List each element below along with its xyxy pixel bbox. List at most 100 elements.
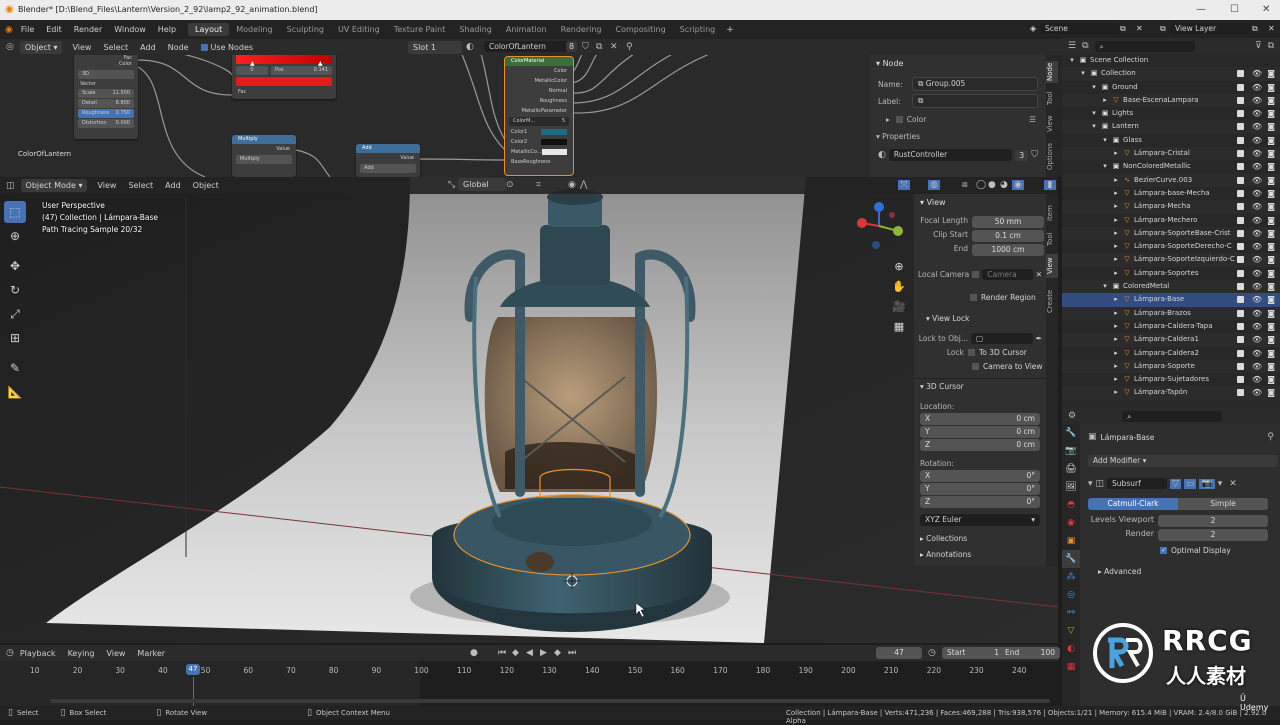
exclude-checkbox[interactable] (1237, 283, 1244, 291)
add-workspace-icon[interactable]: + (726, 25, 734, 35)
exclude-checkbox[interactable] (1237, 136, 1244, 144)
render-camera-icon[interactable]: ◙ (1267, 293, 1275, 306)
preview-range-icon[interactable]: ◷ (928, 648, 936, 658)
editor-type-icon[interactable]: ◎ (6, 42, 14, 52)
properties-search-input[interactable]: ⌕ (1122, 410, 1223, 422)
menu-edit[interactable]: Edit (46, 25, 62, 34)
pan-hand-icon[interactable]: ✋ (890, 277, 908, 297)
3d-viewport[interactable]: ◫ Object Mode ▾ View Select Add Object ⤡… (0, 177, 1058, 643)
node-name-field[interactable]: ⧉ Group.005 (912, 77, 1038, 91)
menu-help[interactable]: Help (158, 25, 176, 34)
clip-end-field[interactable]: 1000 cm (972, 244, 1044, 256)
view-layer-tab-icon[interactable]: 🖼 (1062, 478, 1080, 496)
noise-scale-field[interactable]: Scale 11.500 (78, 89, 134, 98)
outliner-row[interactable]: ▸ ▽ Lámpara-Soportes 👁 ◙ (1062, 267, 1280, 280)
expand-toggle-icon[interactable]: ▾ (1101, 160, 1109, 173)
camera-field[interactable]: Camera (982, 269, 1033, 280)
jump-keyframe-back-icon[interactable]: ◆ (512, 648, 519, 658)
render-tab-icon[interactable]: 📷 (1062, 442, 1080, 460)
render-camera-icon[interactable]: ◙ (1267, 360, 1275, 373)
view-layer-selector[interactable]: View Layer (1170, 23, 1250, 34)
exclude-checkbox[interactable] (1237, 376, 1244, 384)
duplicate-material-icon[interactable]: ⧉ (596, 42, 602, 52)
outliner-row[interactable]: ▸ ▽ Lámpara-SoporteIzquierdo-C 👁 ◙ (1062, 253, 1280, 267)
render-camera-icon[interactable]: ◙ (1267, 267, 1275, 280)
texture-tab-icon[interactable]: ▦ (1062, 658, 1080, 676)
color-ramp-gradient[interactable]: ▲ ▲ (236, 55, 332, 67)
exclude-checkbox[interactable] (1237, 243, 1244, 251)
new-collection-icon[interactable]: ⧉ (1268, 41, 1274, 51)
location-x-field[interactable]: X 0 cm (920, 413, 1040, 425)
render-region-row[interactable]: Render Region (970, 293, 1036, 302)
local-camera-checkbox[interactable] (972, 271, 980, 278)
add-mode-dropdown[interactable]: Add (360, 164, 416, 173)
clip-start-field[interactable]: 0.1 cm (972, 230, 1044, 242)
data-tab-icon[interactable]: ▽ (1062, 622, 1080, 640)
outliner-row[interactable]: ▾ ▣ Scene Collection (1062, 54, 1280, 67)
output-tab-icon[interactable]: 🖨 (1062, 460, 1080, 478)
camera-view-icon[interactable]: 🎥 (890, 297, 908, 317)
multiply-mode-dropdown[interactable]: Multiply (236, 155, 292, 164)
rotate-tool-icon[interactable]: ↻ (4, 279, 26, 301)
modifier-tab-icon[interactable]: 🔧 (1062, 550, 1080, 568)
pivot-icon[interactable]: ⊙ (506, 180, 514, 190)
collections-section[interactable]: ▸ Collections (920, 534, 967, 543)
ortho-grid-icon[interactable]: ▦ (890, 317, 908, 337)
visibility-eye-icon[interactable]: 👁 (1252, 253, 1262, 266)
camera-clear-icon[interactable]: ✕ (1036, 270, 1042, 279)
expand-toggle-icon[interactable]: ▾ (1101, 280, 1109, 293)
render-camera-icon[interactable]: ◙ (1267, 347, 1275, 360)
unlink-material-icon[interactable]: ✕ (610, 42, 618, 52)
camera-to-view-checkbox[interactable] (972, 363, 979, 370)
outliner-row[interactable]: ▸ ▽ Lámpara-SoporteDerecho-C 👁 ◙ (1062, 240, 1280, 253)
edit-mode-toggle-icon[interactable]: ▽ (1170, 478, 1181, 489)
select-box-tool-icon[interactable]: ⬚ (4, 201, 26, 223)
outliner-editor-icon[interactable]: ☰ (1068, 41, 1076, 51)
color2-swatch[interactable] (541, 139, 567, 145)
visibility-eye-icon[interactable]: 👁 (1252, 94, 1262, 107)
expand-toggle-icon[interactable]: ▸ (1112, 227, 1120, 240)
exclude-checkbox[interactable] (1237, 336, 1244, 344)
expand-toggle-icon[interactable]: ▸ (1112, 200, 1120, 213)
tab-options[interactable]: Options (1046, 141, 1058, 171)
visibility-eye-icon[interactable]: 👁 (1252, 147, 1262, 160)
fake-user-icon[interactable]: ⛉ (582, 42, 589, 52)
annotate-tool-icon[interactable]: ✎ (4, 357, 26, 379)
tab-node[interactable]: Node (1046, 61, 1058, 83)
node-label-field[interactable]: ⧉ (912, 94, 1038, 108)
node-tree-icon[interactable]: ◐ (878, 150, 886, 160)
remove-modifier-icon[interactable]: ✕ (1229, 479, 1237, 489)
view-section-header[interactable]: ▾ View (914, 194, 1046, 211)
falloff-icon[interactable]: ⋀ (580, 180, 587, 190)
multiply-node[interactable]: Multiply Value Multiply (232, 135, 296, 177)
visibility-eye-icon[interactable]: 👁 (1252, 360, 1262, 373)
scene-selector[interactable]: Scene (1040, 23, 1120, 34)
node-color-row[interactable]: ▸ Color ☰ (886, 115, 1036, 124)
new-view-layer-icon[interactable]: ⧉ (1252, 24, 1258, 34)
expand-toggle-icon[interactable]: ▸ (1112, 174, 1120, 187)
transform-tool-icon[interactable]: ⊞ (4, 327, 26, 349)
render-camera-icon[interactable]: ◙ (1267, 107, 1275, 120)
timeline-menu-playback[interactable]: Playback (20, 649, 56, 658)
play-icon[interactable]: ▶ (540, 648, 547, 658)
expand-toggle-icon[interactable]: ▾ (1068, 54, 1076, 67)
location-z-field[interactable]: Z 0 cm (920, 439, 1040, 451)
snap-toggle-icon[interactable]: ⌗ (536, 180, 541, 190)
outliner-row[interactable]: ▸ ▽ Lámpara-Caldera-Tapa 👁 ◙ (1062, 320, 1280, 333)
timeline-editor-icon[interactable]: ◷ (6, 648, 14, 658)
expand-toggle-icon[interactable]: ▾ (1079, 67, 1087, 80)
material-sphere-icon[interactable]: ◐ (466, 42, 474, 52)
scale-tool-icon[interactable]: ⤢ (4, 303, 26, 325)
render-toggle-icon[interactable]: 📷 (1199, 478, 1215, 489)
timeline-menu-keying[interactable]: Keying (68, 649, 95, 658)
filter-icon[interactable]: ⊽ (1255, 41, 1262, 51)
expand-toggle-icon[interactable]: ▾ (1090, 107, 1098, 120)
visibility-eye-icon[interactable]: 👁 (1252, 134, 1262, 147)
timeline-menu-marker[interactable]: Marker (137, 649, 165, 658)
render-camera-icon[interactable]: ◙ (1267, 160, 1275, 173)
visibility-eye-icon[interactable]: 👁 (1252, 373, 1262, 386)
visibility-eye-icon[interactable]: 👁 (1252, 174, 1262, 187)
maximize-button[interactable]: ☐ (1230, 4, 1239, 15)
exclude-checkbox[interactable] (1237, 83, 1244, 91)
eyedropper-icon[interactable]: ✒ (1036, 334, 1042, 343)
